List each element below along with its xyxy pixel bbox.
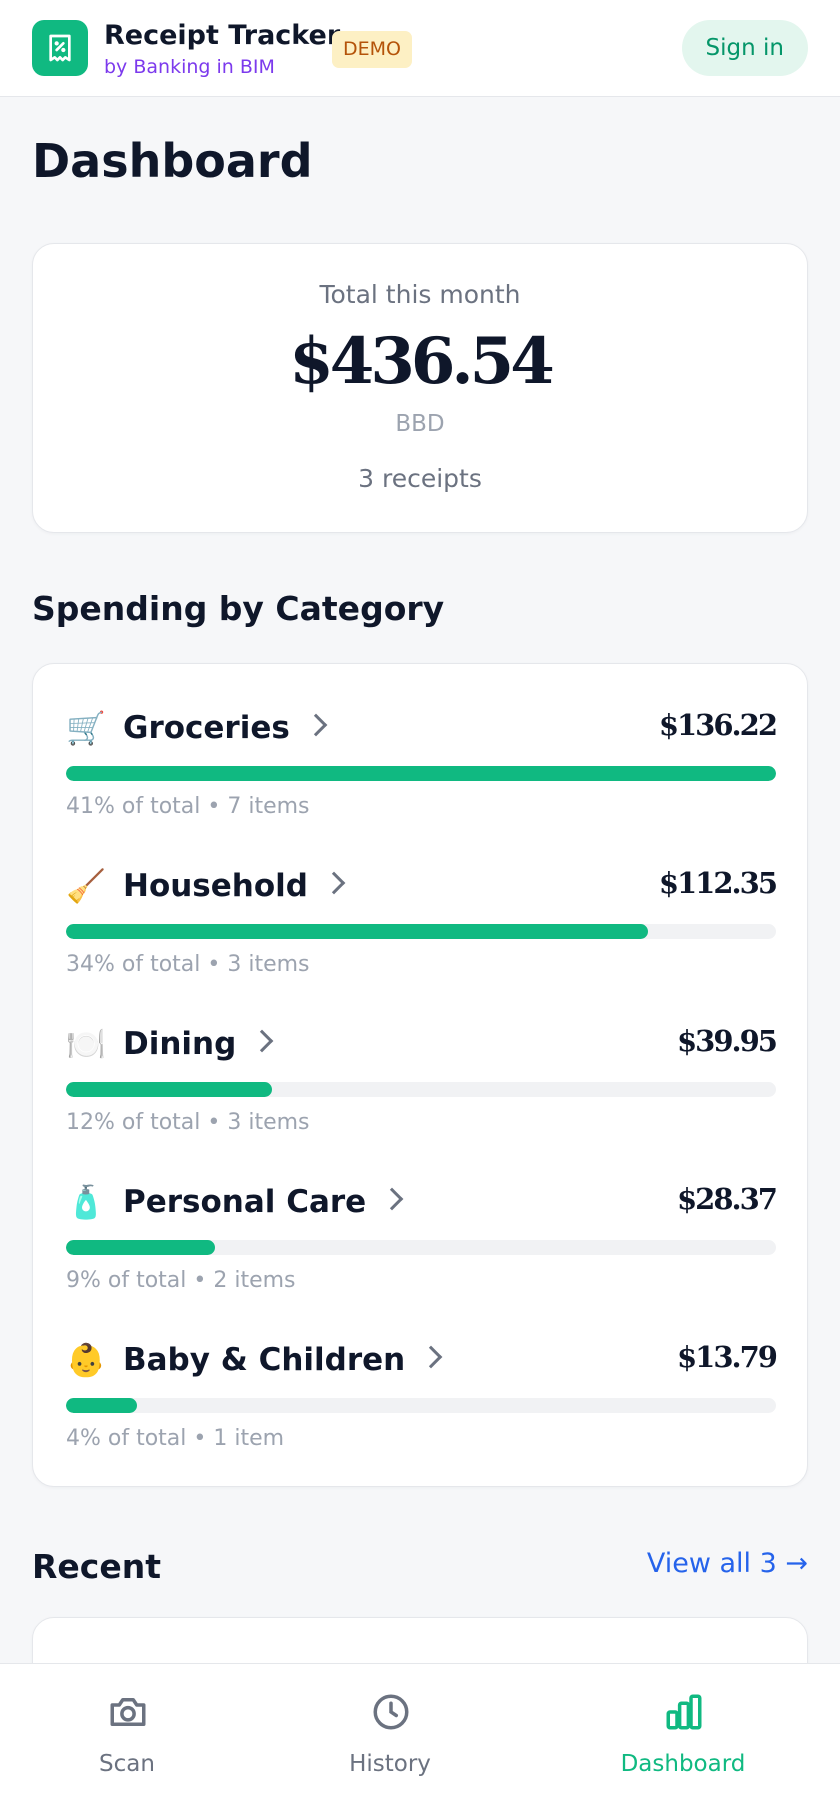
chevron-right-icon [251, 1029, 274, 1053]
clock-icon [373, 1694, 409, 1730]
view-all-link[interactable]: View all 3 → [647, 1548, 808, 1579]
chevron-right-icon [304, 713, 328, 737]
broom-icon: 🧹 [66, 867, 106, 905]
camera-icon [110, 1698, 146, 1726]
nav-scan[interactable]: Scan [7, 1664, 247, 1800]
plate-cutlery-icon: 🍽️ [66, 1025, 106, 1063]
app-title: Receipt Tracker [104, 20, 341, 51]
nav-history[interactable]: History [270, 1664, 510, 1800]
nav-dashboard[interactable]: Dashboard [563, 1664, 803, 1800]
category-row: 🧹 Household $112.35 34% of total • 3 items [66, 860, 778, 990]
category-progress-fill [66, 1082, 272, 1097]
monthly-total-card: Total this month $436.54 BBD 3 receipts [32, 243, 808, 533]
chevron-right-icon [322, 871, 346, 895]
page-title: Dashboard [32, 134, 313, 188]
category-name: Household [123, 868, 346, 904]
baby-icon: 👶 [66, 1341, 106, 1379]
demo-badge: DEMO [332, 31, 412, 68]
lotion-bottle-icon: 🧴 [66, 1183, 106, 1221]
total-amount: $436.54 [289, 324, 554, 399]
category-name: Dining [123, 1026, 274, 1062]
category-row: 👶 Baby & Children $13.79 4% of total • 1 it… [66, 1334, 778, 1464]
category-progress-fill [66, 766, 776, 781]
category-name: Personal Care [123, 1184, 404, 1220]
chevron-right-icon [419, 1345, 443, 1369]
category-progress-track [66, 924, 776, 939]
chevron-right-icon [380, 1187, 404, 1211]
category-link[interactable]: 🧹 Household $112.35 [66, 860, 778, 910]
nav-scan-label: Scan [99, 1751, 155, 1777]
category-amount: $39.95 [677, 1024, 778, 1058]
category-row: 🧴 Personal Care $28.37 9% of total • 2 item… [66, 1176, 778, 1306]
category-meta: 34% of total • 3 items [66, 952, 310, 977]
category-name-text: Household [123, 868, 308, 904]
category-name: Groceries [123, 710, 328, 746]
category-amount: $13.79 [677, 1340, 778, 1374]
category-amount: $136.22 [658, 708, 778, 742]
currency-code: BBD [395, 411, 445, 437]
category-link[interactable]: 🛒 Groceries $136.22 [66, 702, 778, 752]
receipt-count: 3 receipts [358, 464, 482, 493]
category-row: 🛒 Groceries $136.22 41% of total • 7 items [66, 702, 778, 832]
category-meta: 4% of total • 1 item [66, 1426, 285, 1451]
nav-dashboard-label: Dashboard [620, 1751, 746, 1777]
nav-history-label: History [349, 1751, 431, 1777]
category-progress-track [66, 1398, 776, 1413]
recent-section-title: Recent [32, 1547, 162, 1586]
spending-section-title: Spending by Category [32, 589, 445, 628]
category-name: Baby & Children [123, 1342, 443, 1378]
category-progress-track [66, 1240, 776, 1255]
total-label: Total this month [319, 280, 521, 309]
category-progress-fill [66, 924, 649, 939]
category-link[interactable]: 🧴 Personal Care $28.37 [66, 1176, 778, 1226]
shopping-cart-icon: 🛒 [66, 709, 106, 747]
category-name-text: Groceries [123, 710, 290, 746]
receipt-logo-icon [32, 20, 88, 76]
bottom-nav: Scan History Dashboard [0, 1663, 840, 1800]
category-progress-track [66, 1082, 776, 1097]
category-link[interactable]: 🍽️ Dining $39.95 [66, 1018, 778, 1068]
category-amount: $112.35 [658, 866, 778, 900]
category-meta: 12% of total • 3 items [66, 1110, 310, 1135]
category-amount: $28.37 [677, 1182, 778, 1216]
app-header: Receipt Tracker by Banking in BIM DEMO S… [0, 0, 840, 97]
app-subtitle: by Banking in BIM [104, 56, 275, 78]
category-progress-fill [66, 1398, 137, 1413]
category-meta: 9% of total • 2 items [66, 1268, 296, 1293]
category-link[interactable]: 👶 Baby & Children $13.79 [66, 1334, 778, 1384]
sign-in-button[interactable]: Sign in [681, 20, 808, 76]
category-name-text: Baby & Children [123, 1342, 406, 1378]
category-meta: 41% of total • 7 items [66, 794, 310, 819]
category-progress-fill [66, 1240, 216, 1255]
category-name-text: Dining [123, 1026, 237, 1062]
category-name-text: Personal Care [123, 1184, 367, 1220]
category-progress-track [66, 766, 776, 781]
bar-chart-icon [666, 1694, 702, 1730]
category-list: 🛒 Groceries $136.22 41% of total • 7 items 🧹… [32, 663, 808, 1487]
category-row: 🍽️ Dining $39.95 12% of total • 3 items [66, 1018, 778, 1148]
